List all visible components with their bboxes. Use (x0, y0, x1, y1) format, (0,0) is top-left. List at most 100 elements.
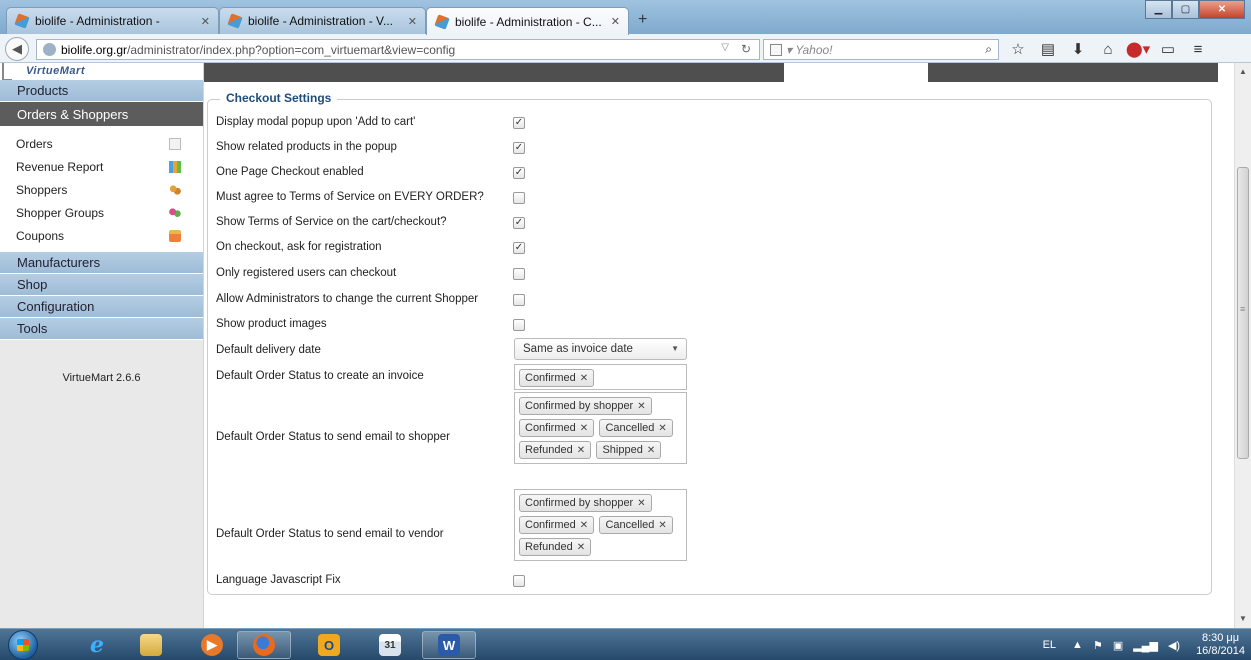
outlook-icon[interactable]: O (302, 631, 356, 659)
signal-icon[interactable]: ▂▄▆ (1133, 639, 1158, 652)
remove-chip-icon[interactable]: ✕ (658, 423, 666, 434)
invoice-status-multiselect[interactable]: Confirmed ✕ (514, 364, 687, 390)
sidebar-item-shoppers[interactable]: Shoppers (0, 179, 203, 202)
option-label: Show Terms of Service on the cart/checko… (216, 216, 447, 228)
option-checkbox[interactable] (513, 268, 525, 280)
status-chip[interactable]: Cancelled ✕ (599, 419, 673, 437)
word-icon[interactable]: W (422, 631, 476, 659)
browser-tab-2[interactable]: biolife - Administration - V... ✕ (219, 7, 426, 34)
sidebar-item-label: Shoppers (16, 183, 68, 197)
reading-list-icon[interactable]: ▤ (1033, 40, 1063, 58)
remove-chip-icon[interactable]: ✕ (577, 445, 585, 456)
option-checkbox[interactable] (513, 192, 525, 204)
language-indicator[interactable]: EL (1043, 639, 1056, 651)
clock[interactable]: 8:30 μμ 16/8/2014 (1196, 632, 1245, 658)
status-chip[interactable]: Confirmed by shopper ✕ (519, 397, 652, 415)
network-icon[interactable]: ▣ (1113, 639, 1123, 652)
language-fix-checkbox[interactable] (513, 575, 525, 587)
home-icon[interactable]: ⌂ (1093, 40, 1123, 58)
menu-manufacturers[interactable]: Manufacturers (0, 252, 203, 274)
menu-products[interactable]: Products (0, 80, 203, 102)
remove-chip-icon[interactable]: ✕ (580, 520, 588, 531)
search-engine-icon[interactable] (770, 43, 782, 56)
remove-chip-icon[interactable]: ✕ (658, 520, 666, 531)
remove-chip-icon[interactable]: ✕ (577, 542, 585, 553)
file-explorer-icon[interactable] (124, 631, 178, 659)
media-player-icon[interactable]: ▶ (185, 631, 239, 659)
menu-icon[interactable]: ≡ (1183, 40, 1213, 58)
maximize-icon[interactable]: ▢ (1172, 0, 1199, 19)
scroll-down-icon[interactable]: ▼ (1235, 612, 1251, 626)
status-chip[interactable]: Confirmed ✕ (519, 369, 595, 387)
adblock-icon[interactable]: ⬤▾ (1123, 40, 1153, 58)
window-icon[interactable]: ▭ (1153, 40, 1183, 58)
option-checkbox[interactable]: ✓ (513, 242, 525, 254)
tab-checkout-active[interactable] (784, 63, 928, 82)
option-label: Show related products in the popup (216, 141, 397, 153)
start-button[interactable] (8, 630, 38, 660)
option-checkbox[interactable]: ✓ (513, 167, 525, 179)
remove-chip-icon[interactable]: ✕ (647, 445, 655, 456)
status-chip[interactable]: Refunded ✕ (519, 538, 592, 556)
menu-tools[interactable]: Tools (0, 318, 203, 340)
option-checkbox[interactable]: ✓ (513, 142, 525, 154)
windows-taskbar: e ▶ O 31 W EL ▲ ⚑ ▣ ▂▄▆ ◀) 8:30 μμ 16/8/… (0, 628, 1251, 660)
menu-orders-shoppers[interactable]: Orders & Shoppers (0, 102, 203, 127)
option-checkbox[interactable] (513, 319, 525, 331)
browser-tab-1[interactable]: biolife - Administration - ✕ (6, 7, 219, 34)
delivery-date-select[interactable]: Same as invoice date ▼ (514, 338, 687, 360)
minimize-icon[interactable]: ▁ (1145, 0, 1172, 19)
status-chip[interactable]: Confirmed ✕ (519, 516, 595, 534)
sidebar-item-revenue-report[interactable]: Revenue Report (0, 156, 203, 179)
action-center-flag-icon[interactable]: ⚑ (1093, 639, 1103, 652)
search-box[interactable]: ▾ Yahoo! ⌕ (763, 39, 999, 60)
page-scrollbar[interactable]: ▲ ▼ (1234, 63, 1251, 628)
tab-close-icon[interactable]: ✕ (611, 15, 620, 28)
delivery-date-value: Same as invoice date (523, 343, 633, 355)
star-icon[interactable]: ☆ (1003, 40, 1033, 58)
remove-chip-icon[interactable]: ✕ (637, 401, 645, 412)
option-checkbox[interactable]: ✓ (513, 117, 525, 129)
sidebar-item-orders[interactable]: Orders (0, 133, 203, 156)
status-chip[interactable]: Shipped ✕ (596, 441, 662, 459)
address-bar[interactable]: biolife.org.gr/administrator/index.php?o… (36, 39, 760, 60)
download-icon[interactable]: ⬇ (1063, 40, 1093, 58)
option-checkbox[interactable]: ✓ (513, 217, 525, 229)
menu-configuration[interactable]: Configuration (0, 296, 203, 318)
show-hidden-icons-icon[interactable]: ▲ (1072, 639, 1083, 651)
status-chip-label: Shipped (602, 444, 643, 456)
scroll-up-icon[interactable]: ▲ (1235, 65, 1251, 79)
volume-icon[interactable]: ◀) (1168, 639, 1180, 652)
back-arrow-icon[interactable]: ◀ (5, 37, 29, 61)
status-chip[interactable]: Refunded ✕ (519, 441, 592, 459)
reload-icon[interactable]: ↻ (741, 42, 751, 56)
shopper-email-multiselect[interactable]: Confirmed by shopper ✕ Confirmed ✕ Cancell… (514, 392, 687, 464)
remove-chip-icon[interactable]: ✕ (580, 373, 588, 384)
firefox-icon[interactable] (237, 631, 291, 659)
new-tab-icon[interactable]: + (638, 11, 647, 29)
option-checkbox[interactable] (513, 294, 525, 306)
scrollbar-thumb[interactable] (1237, 167, 1249, 459)
status-chip[interactable]: Confirmed ✕ (519, 419, 595, 437)
close-window-icon[interactable]: ✕ (1199, 0, 1245, 19)
status-chip[interactable]: Cancelled ✕ (599, 516, 673, 534)
status-chip-label: Confirmed by shopper (525, 497, 634, 509)
url-dropdown-icon[interactable]: ▽ (721, 42, 729, 53)
browser-nav-bar: ◀ biolife.org.gr/administrator/index.php… (0, 34, 1251, 63)
sidebar-item-shopper-groups[interactable]: Shopper Groups (0, 202, 203, 225)
sidebar-item-coupons[interactable]: Coupons (0, 225, 203, 248)
tab-close-icon[interactable]: ✕ (201, 15, 210, 28)
internet-explorer-icon[interactable]: e (70, 631, 124, 659)
calendar-icon[interactable]: 31 (363, 631, 417, 659)
tab-close-icon[interactable]: ✕ (408, 15, 417, 28)
vendor-email-multiselect[interactable]: Confirmed by shopper ✕ Confirmed ✕ Cancell… (514, 489, 687, 561)
browser-tab-3[interactable]: biolife - Administration - C... ✕ (426, 7, 629, 35)
status-chip[interactable]: Confirmed by shopper ✕ (519, 494, 652, 512)
menu-shop[interactable]: Shop (0, 274, 203, 296)
logo-edge (2, 63, 12, 80)
remove-chip-icon[interactable]: ✕ (580, 423, 588, 434)
search-icon[interactable]: ⌕ (985, 42, 992, 57)
virtuemart-logo: VirtueMart (26, 65, 85, 77)
version-label: VirtueMart 2.6.6 (62, 372, 141, 384)
remove-chip-icon[interactable]: ✕ (637, 498, 645, 509)
